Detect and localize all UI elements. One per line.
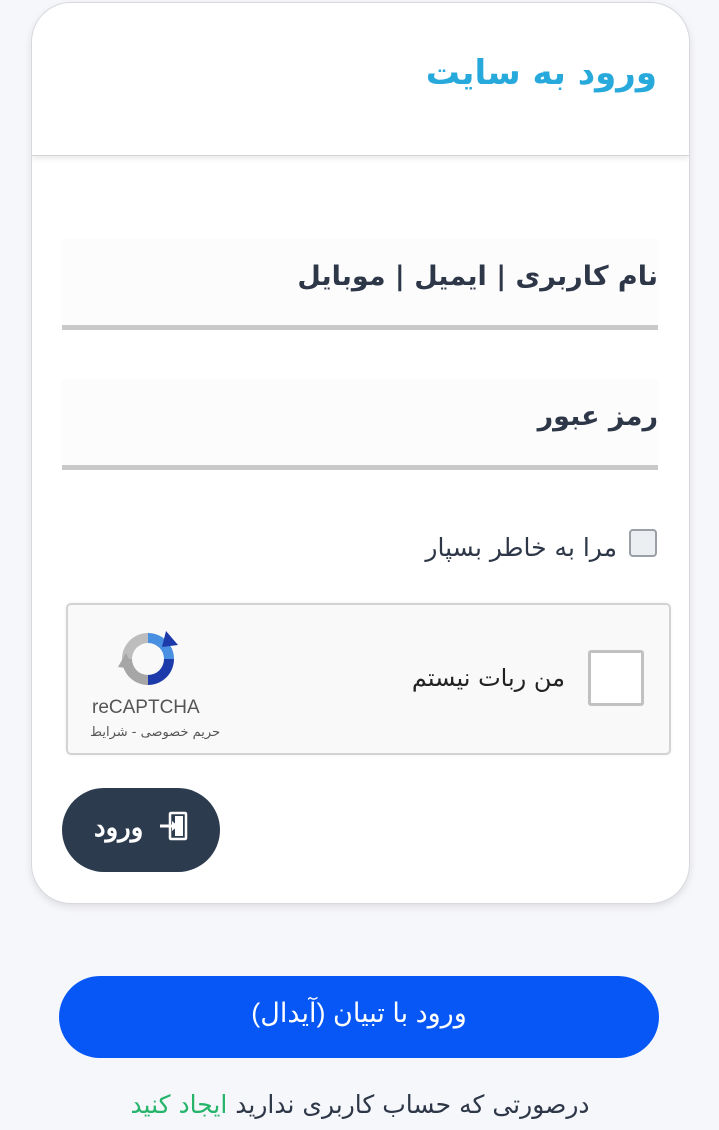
recaptcha-logo-icon: [118, 631, 178, 685]
card-header: ورود به سایت: [32, 3, 689, 156]
password-field[interactable]: رمز عبور: [62, 379, 658, 470]
recaptcha-brand: reCAPTCHA: [92, 697, 200, 718]
recaptcha-widget: من ربات نیستم reCAPTCHA حریم خصوصی - شرا…: [66, 603, 671, 755]
tebyan-login-button[interactable]: ورود با تبیان (آیدال): [59, 976, 659, 1058]
signup-prompt: درصورتی که حساب کاربری ندارید ایجاد کنید: [80, 1090, 640, 1119]
username-field[interactable]: نام کاربری | ایمیل | موبایل: [62, 239, 658, 330]
remember-me-checkbox[interactable]: [629, 529, 657, 557]
signup-link[interactable]: ایجاد کنید: [130, 1090, 227, 1119]
username-label: نام کاربری | ایمیل | موبایل: [297, 261, 658, 292]
remember-me-label[interactable]: مرا به خاطر بسپار: [425, 533, 617, 562]
signup-text: درصورتی که حساب کاربری ندارید: [227, 1090, 590, 1119]
login-card: ورود به سایت نام کاربری | ایمیل | موبایل…: [31, 2, 690, 904]
tebyan-login-label: ورود با تبیان (آیدال): [251, 998, 467, 1028]
recaptcha-checkbox[interactable]: [588, 650, 644, 706]
login-door-icon: [160, 811, 188, 841]
recaptcha-terms-link[interactable]: حریم خصوصی - شرایط: [90, 725, 220, 740]
password-label: رمز عبور: [537, 401, 658, 432]
login-button-label: ورود: [94, 812, 144, 842]
page-title: ورود به سایت: [425, 53, 657, 93]
recaptcha-label: من ربات نیستم: [411, 664, 565, 692]
login-button[interactable]: ورود: [62, 788, 220, 872]
